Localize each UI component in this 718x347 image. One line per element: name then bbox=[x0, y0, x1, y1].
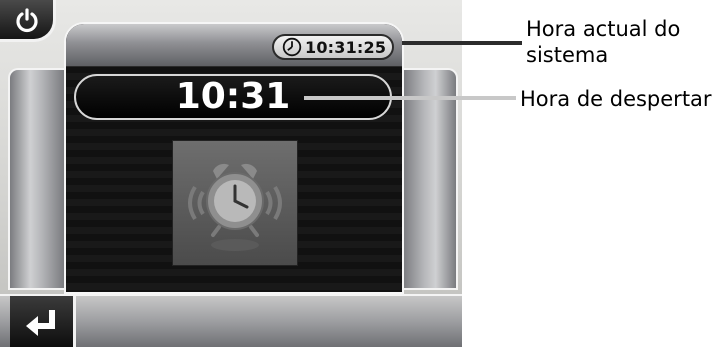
callout-line-wake-time bbox=[304, 96, 516, 100]
callout-label-system-time: Hora actual do sistema bbox=[526, 17, 681, 67]
frame-header: 10:31:25 bbox=[66, 24, 402, 67]
wake-time-text: 10:31 bbox=[175, 76, 291, 117]
return-arrow-icon bbox=[25, 309, 55, 336]
bottom-toolbar bbox=[0, 294, 462, 347]
back-button[interactable] bbox=[10, 296, 76, 347]
alarm-frame: 10:31:25 10:31 bbox=[64, 22, 404, 294]
system-time-text: 10:31:25 bbox=[305, 37, 387, 57]
power-button[interactable] bbox=[0, 0, 56, 42]
callout-label-wake-time: Hora de despertar bbox=[520, 87, 712, 111]
left-side-panel bbox=[8, 68, 68, 290]
device-screen: 10:31:25 10:31 bbox=[0, 0, 462, 347]
clock-icon bbox=[282, 37, 302, 57]
right-side-panel bbox=[398, 68, 458, 290]
alarm-toggle-button[interactable] bbox=[172, 140, 298, 266]
system-time-display: 10:31:25 bbox=[272, 34, 394, 60]
power-icon bbox=[15, 7, 38, 32]
callout-line-system-time bbox=[402, 41, 522, 45]
alarm-clock-icon bbox=[188, 163, 282, 251]
